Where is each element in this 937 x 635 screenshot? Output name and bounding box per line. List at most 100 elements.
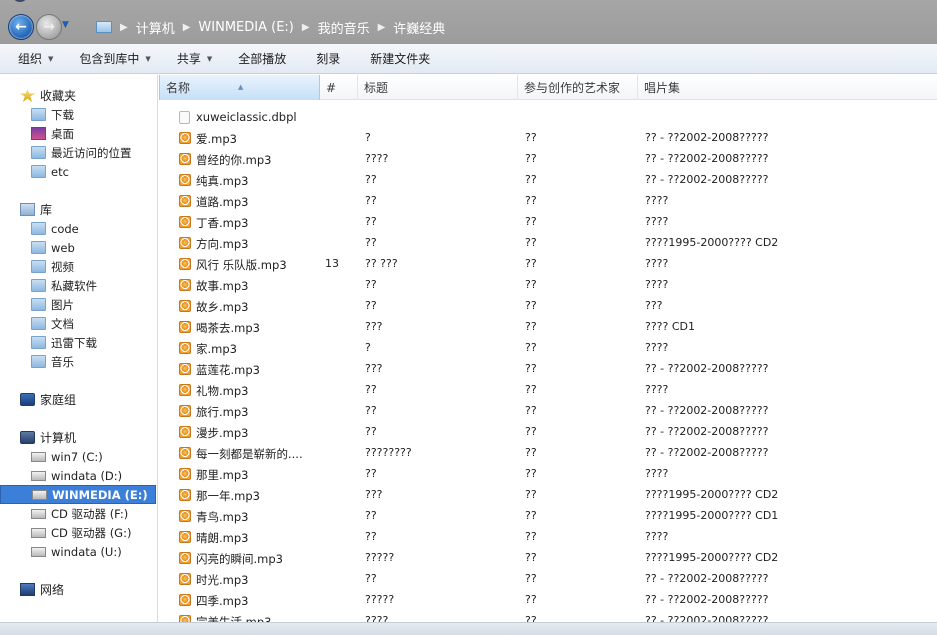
hard-drive-icon (31, 451, 46, 462)
nav-drive-u[interactable]: windata (U:) (0, 542, 157, 561)
nav-lib-code[interactable]: code (0, 219, 157, 238)
file-row[interactable]: 那一年.mp3????? ????1995-2000???? CD2 (159, 484, 937, 505)
nav-network[interactable]: 网络 (0, 580, 157, 599)
file-title: ?? (365, 215, 377, 228)
share-menu[interactable]: 共享 ▼ (177, 44, 212, 74)
column-album[interactable]: 唱片集 (638, 75, 937, 100)
file-row[interactable]: 那里.mp3???????? (159, 463, 937, 484)
file-row[interactable]: 闪亮的瞬间.mp3??????? ????1995-2000???? CD2 (159, 547, 937, 568)
chevron-right-icon[interactable]: ▶ (302, 22, 310, 33)
nav-lib-software[interactable]: 私藏软件 (0, 276, 157, 295)
chevron-right-icon[interactable]: ▶ (183, 22, 191, 33)
nav-lib-videos[interactable]: 视频 (0, 257, 157, 276)
nav-favorites[interactable]: 收藏夹 (0, 86, 157, 105)
mp3-file-icon (179, 216, 191, 228)
file-row[interactable]: 四季.mp3??????? ?? - ??2002-2008????? (159, 589, 937, 610)
chevron-right-icon[interactable]: ▶ (120, 22, 128, 33)
mp3-file-icon (179, 615, 191, 622)
file-row[interactable]: 礼物.mp3???????? (159, 379, 937, 400)
burn-button[interactable]: 刻录 (316, 44, 340, 74)
nav-libraries-label: 库 (40, 203, 53, 217)
file-row[interactable]: 道路.mp3???????? (159, 190, 937, 211)
nav-lib-web[interactable]: web (0, 238, 157, 257)
mp3-file-icon (179, 153, 191, 165)
file-row[interactable]: 家.mp3??????? (159, 337, 937, 358)
nav-libraries[interactable]: 库 (0, 200, 157, 219)
nav-lib-music[interactable]: 音乐 (0, 352, 157, 371)
file-row[interactable]: 故乡.mp3??????? (159, 295, 937, 316)
nav-etc[interactable]: etc (0, 162, 157, 181)
file-album: ?? - ??2002-2008????? (645, 131, 769, 144)
organize-menu[interactable]: 组织 ▼ (18, 44, 53, 74)
file-album: ?? - ??2002-2008????? (645, 425, 769, 438)
file-row[interactable]: 丁香.mp3???????? (159, 211, 937, 232)
file-name: 四季.mp3 (196, 594, 249, 608)
chevron-down-icon: ▼ (145, 54, 151, 63)
nav-item-label: CD 驱动器 (F:) (51, 506, 129, 521)
nav-desktop[interactable]: 桌面 (0, 124, 157, 143)
play-all-button[interactable]: 全部播放 (238, 44, 286, 74)
file-title: ?? (365, 278, 377, 291)
file-row[interactable]: 喝茶去.mp3????? ???? CD1 (159, 316, 937, 337)
column-name[interactable]: ▲ 名称 (159, 75, 320, 100)
file-row[interactable]: 青鸟.mp3???? ????1995-2000???? CD1 (159, 505, 937, 526)
file-row[interactable]: 曾经的你.mp3?????? ?? - ??2002-2008????? (159, 148, 937, 169)
file-row[interactable]: 方向.mp3???? ????1995-2000???? CD2 (159, 232, 937, 253)
file-artist: ?? (525, 131, 537, 144)
nav-recent-places[interactable]: 最近访问的位置 (0, 143, 157, 162)
file-row[interactable]: 纯真.mp3???? ?? - ??2002-2008????? (159, 169, 937, 190)
nav-drive-e[interactable]: WINMEDIA (E:) (0, 485, 156, 504)
file-name: 家.mp3 (196, 342, 237, 356)
chevron-right-icon[interactable]: ▶ (378, 22, 386, 33)
nav-lib-thunder[interactable]: 迅雷下载 (0, 333, 157, 352)
breadcrumb-music[interactable]: 我的音乐 (318, 18, 370, 37)
nav-computer[interactable]: 计算机 (0, 428, 157, 447)
file-row[interactable]: 爱.mp3??? ?? - ??2002-2008????? (159, 127, 937, 148)
nav-drive-g[interactable]: CD 驱动器 (G:) (0, 523, 157, 542)
back-button[interactable]: ← (8, 14, 34, 40)
sort-ascending-icon: ▲ (238, 83, 244, 91)
nav-drive-c[interactable]: win7 (C:) (0, 447, 157, 466)
mp3-file-icon (179, 321, 191, 333)
nav-lib-documents[interactable]: 文档 (0, 314, 157, 333)
nav-drive-d[interactable]: windata (D:) (0, 466, 157, 485)
file-row[interactable]: 蓝莲花.mp3????? ?? - ??2002-2008????? (159, 358, 937, 379)
file-album: ???? (645, 383, 669, 396)
file-row[interactable]: 风行 乐队版.mp3 13 ?? ????????? (159, 253, 937, 274)
breadcrumb-drive[interactable]: WINMEDIA (E:) (198, 20, 293, 35)
file-row[interactable]: 完美生活.mp3?????? ?? - ??2002-2008????? (159, 610, 937, 622)
file-row[interactable]: 晴朗.mp3???????? (159, 526, 937, 547)
explorer-window: ← → ▼ ▶ 计算机 ▶ WINMEDIA (E:) ▶ 我的音乐 ▶ 许巍经… (0, 0, 937, 635)
column-title[interactable]: 标题 (358, 75, 518, 100)
column-artist[interactable]: 参与创作的艺术家 (518, 75, 638, 100)
new-folder-button[interactable]: 新建文件夹 (370, 44, 430, 74)
file-title: ?? (365, 467, 377, 480)
file-album: ?? - ??2002-2008????? (645, 593, 769, 606)
file-row[interactable]: 漫步.mp3???? ?? - ??2002-2008????? (159, 421, 937, 442)
breadcrumb-computer[interactable]: 计算机 (136, 18, 175, 37)
file-name: 那里.mp3 (196, 468, 249, 482)
command-bar: 组织 ▼ 包含到库中 ▼ 共享 ▼ 全部播放 刻录 新建文件夹 (0, 44, 937, 74)
recent-pages-dropdown[interactable]: ▼ (62, 20, 69, 30)
nav-downloads[interactable]: 下载 (0, 105, 157, 124)
breadcrumb[interactable]: ▶ 计算机 ▶ WINMEDIA (E:) ▶ 我的音乐 ▶ 许巍经典 (88, 12, 937, 42)
nav-item-label: 视频 (51, 259, 74, 274)
nav-computer-label: 计算机 (40, 431, 77, 445)
nav-homegroup[interactable]: 家庭组 (0, 390, 157, 409)
forward-button[interactable]: → (36, 14, 62, 40)
file-row[interactable]: 时光.mp3???? ?? - ??2002-2008????? (159, 568, 937, 589)
file-name: 每一刻都是崭新的.... (196, 447, 303, 461)
file-row[interactable]: 旅行.mp3???? ?? - ??2002-2008????? (159, 400, 937, 421)
column-number[interactable]: # (320, 75, 358, 100)
include-in-library-menu[interactable]: 包含到库中 ▼ (79, 44, 150, 74)
breadcrumb-current[interactable]: 许巍经典 (393, 18, 445, 37)
file-row[interactable]: 每一刻都是崭新的....?????????? ?? - ??2002-2008??… (159, 442, 937, 463)
nav-homegroup-label: 家庭组 (40, 393, 77, 407)
nav-drive-f[interactable]: CD 驱动器 (F:) (0, 504, 157, 523)
burn-label: 刻录 (316, 52, 341, 66)
nav-lib-pictures[interactable]: 图片 (0, 295, 157, 314)
file-row[interactable]: xuweiclassic.dbpl (159, 106, 937, 127)
mp3-file-icon (179, 195, 191, 207)
file-row[interactable]: 故事.mp3???????? (159, 274, 937, 295)
file-title: ??? (365, 362, 383, 375)
